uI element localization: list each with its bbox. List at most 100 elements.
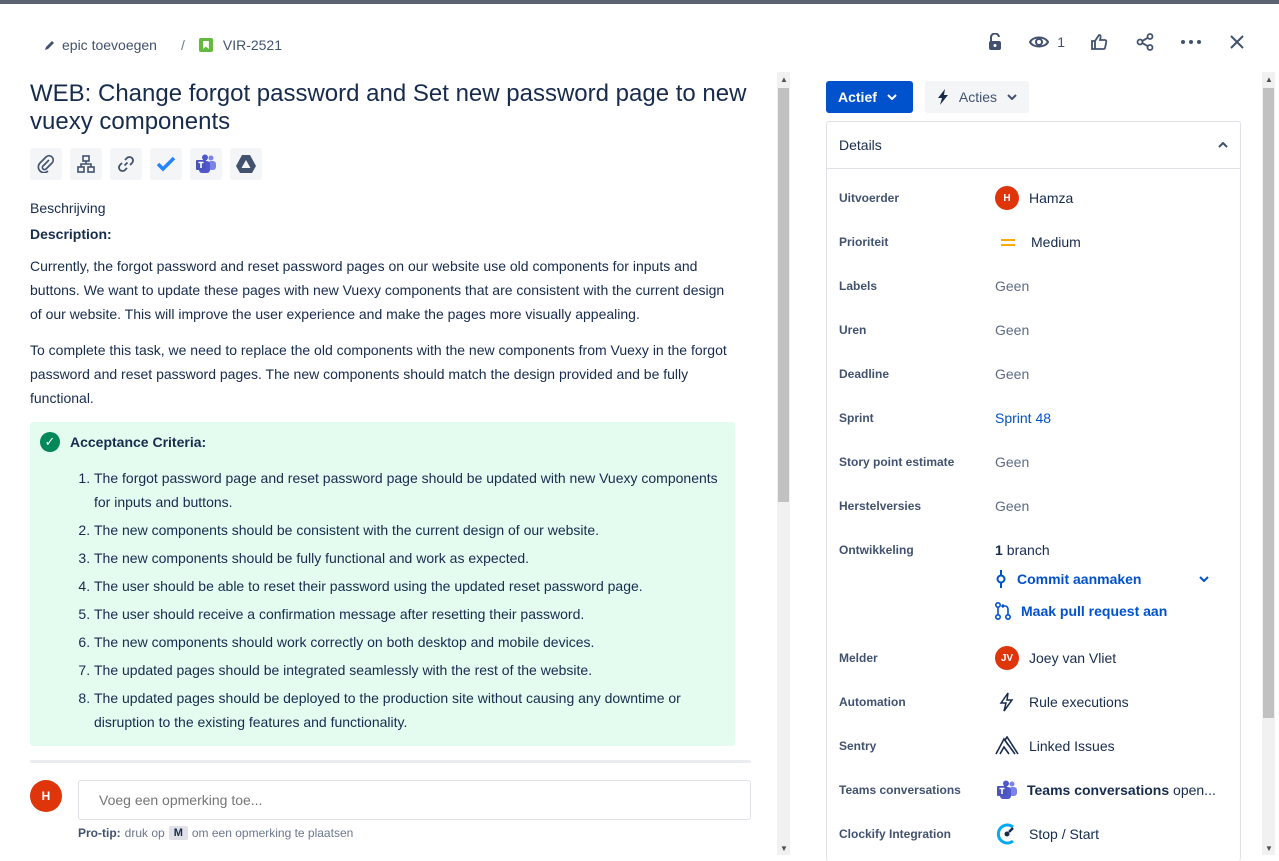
field-development: Ontwikkeling 1 branch [839,538,1234,562]
labels-value: Geen [995,278,1030,294]
close-button[interactable] [1225,30,1249,54]
scroll-up-icon[interactable]: ▲ [1265,75,1273,84]
details-panel: Details Uitvoerder H Hamza Prioriteit Med… [826,121,1241,861]
more-button[interactable] [1179,30,1203,54]
field-label: Story point estimate [839,455,955,469]
field-label: Clockify Integration [839,827,952,841]
watch-count: 1 [1057,34,1065,50]
issue-key-link[interactable]: VIR-2521 [198,37,283,53]
field-label: Teams conversations [839,783,961,797]
actions-label: Acties [958,89,998,105]
details-title: Details [839,137,882,153]
create-pull-request-link[interactable]: Maak pull request aan [995,602,1167,620]
hierarchy-icon [77,155,95,173]
paperclip-icon [37,155,55,173]
teams-button[interactable] [190,148,222,180]
acceptance-criteria-list: The forgot password page and reset passw… [40,466,725,734]
lock-button[interactable] [983,30,1007,54]
criteria-item: The user should be able to reset their p… [94,574,725,598]
field-sprint[interactable]: Sprint Sprint 48 [839,406,1234,430]
story-points-value: Geen [995,454,1030,470]
field-labels[interactable]: Labels Geen [839,274,1234,298]
criteria-item: The new components should be consistent … [94,518,725,542]
field-reporter[interactable]: Melder JV Joey van Vliet [839,646,1234,670]
sprint-link[interactable]: Sprint 48 [995,410,1051,426]
protip-text-pre: druk op [124,826,165,840]
link-icon [118,156,134,172]
field-teams[interactable]: Teams conversations Teams conversations … [839,778,1234,802]
field-hours[interactable]: Uren Geen [839,318,1234,342]
link-issue-button[interactable] [110,148,142,180]
hours-value: Geen [995,322,1030,338]
field-label: Sentry [839,739,877,753]
field-assignee[interactable]: Uitvoerder H Hamza [839,186,1234,210]
field-label: Melder [839,651,878,665]
status-button[interactable]: Actief [826,81,913,113]
watch-button[interactable]: 1 [1029,34,1065,50]
add-epic-link[interactable]: epic toevoegen [44,37,157,53]
chevron-up-icon [1218,142,1228,148]
actions-button[interactable]: Acties [924,81,1030,113]
protip: Pro-tip: druk op M om een opmerking te p… [78,826,353,840]
check-circle-icon: ✓ [40,432,60,452]
avatar: H [995,186,1019,210]
criteria-item: The forgot password page and reset passw… [94,466,725,514]
field-label: Uren [839,323,867,337]
teams-icon [997,780,1017,799]
scroll-up-icon[interactable]: ▲ [780,75,788,84]
chevron-down-icon [887,94,897,100]
share-button[interactable] [1133,30,1157,54]
acceptance-criteria-header: ✓ Acceptance Criteria: [40,432,725,452]
field-priority[interactable]: Prioriteit Medium [839,230,1234,254]
todo-button[interactable] [150,148,182,180]
field-clockify[interactable]: Clockify Integration Stop / Start [839,822,1234,846]
issue-title[interactable]: WEB: Change forgot password and Set new … [30,80,750,136]
details-header[interactable]: Details [827,122,1240,169]
attach-button[interactable] [30,148,62,180]
unlock-icon [989,33,1002,50]
priority-medium-icon [1001,238,1015,246]
sentry-value: Linked Issues [1029,738,1115,754]
main-scrollbar-thumb[interactable] [778,88,789,502]
scroll-down-icon[interactable]: ▼ [780,844,788,853]
field-label: Automation [839,695,906,709]
priority-value: Medium [1031,234,1081,250]
comment-divider [30,760,751,763]
field-story-points[interactable]: Story point estimate Geen [839,450,1234,474]
shortcut-key: M [168,826,188,840]
checkmark-icon [156,156,176,172]
sidebar-scrollbar[interactable]: ▲ ▼ [1262,72,1275,855]
lightning-icon [937,89,948,105]
sidebar-scrollbar-thumb[interactable] [1263,88,1274,718]
like-button[interactable] [1087,30,1111,54]
comment-input[interactable] [78,780,751,820]
field-automation[interactable]: Automation Rule executions [839,690,1234,714]
issue-key: VIR-2521 [222,37,283,53]
criteria-item: The updated pages should be deployed to … [94,686,725,734]
field-sentry[interactable]: Sentry Linked Issues [839,734,1234,758]
field-label: Deadline [839,367,890,381]
share-icon [1136,33,1154,51]
field-label: Sprint [839,411,874,425]
description-paragraph: Currently, the forgot password and reset… [30,258,725,322]
child-issue-button[interactable] [70,148,102,180]
chevron-down-icon [1007,94,1017,100]
google-drive-icon [236,155,256,173]
scroll-down-icon[interactable]: ▼ [1265,844,1273,853]
field-label: Labels [839,279,878,293]
main-scrollbar[interactable]: ▲ ▼ [777,72,790,855]
criteria-item: The new components should work correctly… [94,630,725,654]
create-commit-label: Commit aanmaken [1017,571,1142,587]
reporter-value: Joey van Vliet [1029,650,1117,666]
drive-button[interactable] [230,148,262,180]
field-label: Prioriteit [839,235,889,249]
create-pull-request-label: Maak pull request aan [1021,603,1168,619]
chevron-down-icon[interactable] [1199,576,1209,582]
field-fix-versions[interactable]: Herstelversies Geen [839,494,1234,518]
branch-count: 1 [995,542,1003,558]
branch-link[interactable]: 1 branch [995,542,1050,558]
pull-request-icon [995,602,1011,620]
create-commit-link[interactable]: Commit aanmaken [995,570,1209,588]
field-deadline[interactable]: Deadline Geen [839,362,1234,386]
status-label: Actief [838,89,877,105]
